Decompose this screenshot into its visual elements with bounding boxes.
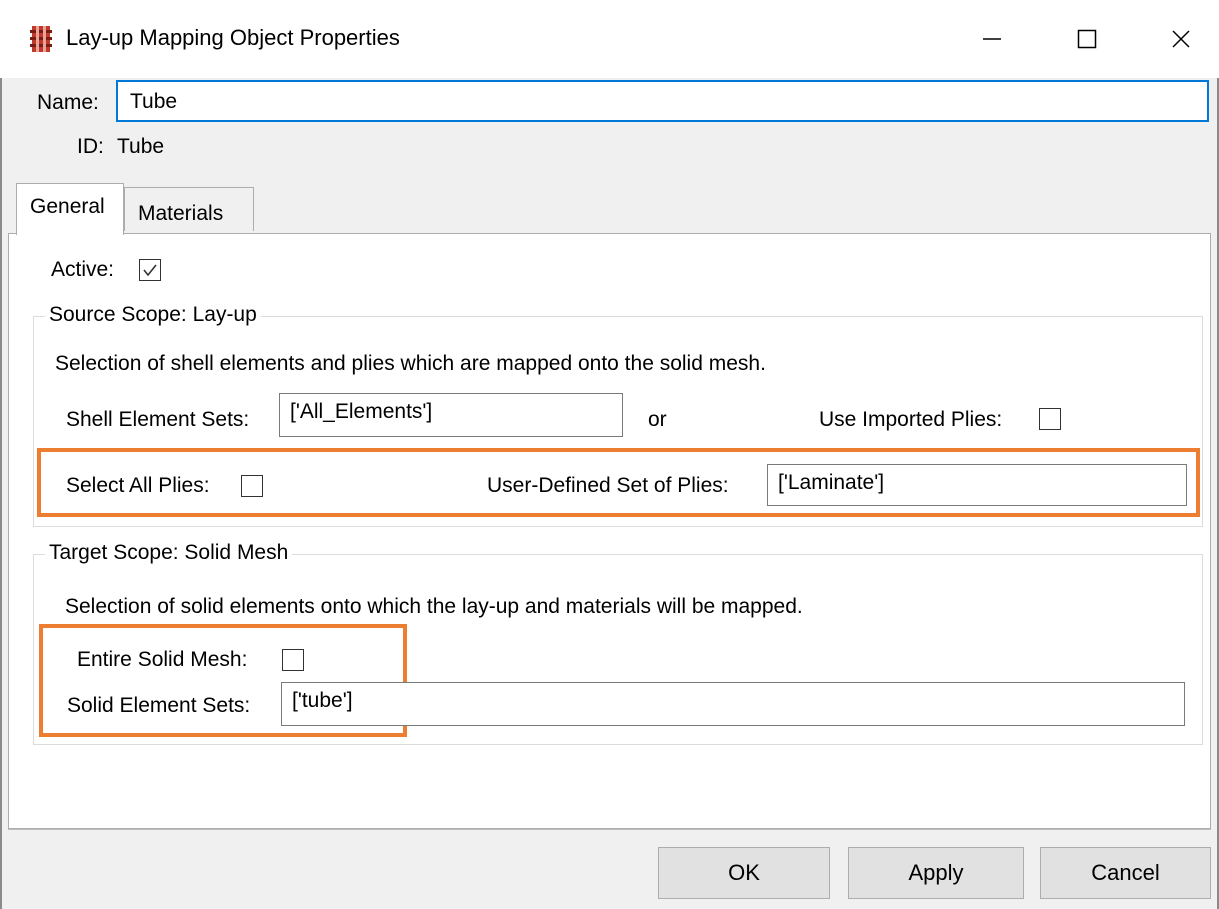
title-bar: Lay-up Mapping Object Properties: [0, 0, 1219, 78]
user-defined-plies-label: User-Defined Set of Plies:: [487, 474, 729, 497]
shell-element-sets-label: Shell Element Sets:: [66, 408, 250, 431]
or-text: or: [648, 408, 667, 431]
window-border-left: [0, 78, 2, 909]
close-button[interactable]: [1151, 0, 1211, 78]
minimize-icon: [983, 38, 1001, 40]
lay-up-mapping-icon: [26, 24, 56, 54]
cancel-button[interactable]: Cancel: [1040, 847, 1211, 899]
maximize-button[interactable]: [1057, 0, 1117, 78]
id-label: ID:: [77, 135, 104, 158]
source-scope-legend: Source Scope: Lay-up: [45, 303, 261, 327]
select-all-plies-label: Select All Plies:: [66, 474, 210, 497]
checkmark-icon: [143, 264, 157, 277]
name-input[interactable]: Tube: [116, 80, 1209, 122]
use-imported-plies-checkbox[interactable]: [1039, 408, 1061, 430]
apply-button[interactable]: Apply: [848, 847, 1024, 899]
active-label: Active:: [51, 258, 115, 281]
shell-element-sets-value: ['All_Elements']: [290, 400, 433, 423]
solid-element-sets-label: Solid Element Sets:: [67, 694, 251, 717]
tab-materials[interactable]: Materials: [124, 187, 254, 231]
window-title: Lay-up Mapping Object Properties: [66, 25, 400, 50]
user-defined-plies-input[interactable]: ['Laminate']: [767, 464, 1187, 506]
entire-solid-mesh-checkbox[interactable]: [282, 649, 304, 671]
tab-general[interactable]: General: [16, 183, 124, 235]
user-defined-plies-value: ['Laminate']: [778, 471, 885, 494]
solid-element-sets-input[interactable]: ['tube']: [281, 682, 1185, 726]
minimize-button[interactable]: [962, 0, 1022, 78]
name-value: Tube: [130, 90, 178, 113]
use-imported-plies-label: Use Imported Plies:: [819, 408, 1003, 431]
maximize-icon: [1077, 29, 1097, 49]
target-scope-legend: Target Scope: Solid Mesh: [45, 541, 293, 565]
target-scope-description: Selection of solid elements onto which t…: [65, 595, 803, 618]
ok-button[interactable]: OK: [658, 847, 830, 899]
general-tab-panel: Active: Source Scope: Lay-up Selection o…: [8, 233, 1211, 829]
shell-element-sets-input[interactable]: ['All_Elements']: [279, 393, 623, 437]
id-value: Tube: [117, 135, 165, 158]
solid-element-sets-value: ['tube']: [292, 689, 353, 712]
close-icon: [1172, 30, 1190, 48]
active-checkbox[interactable]: [139, 259, 161, 281]
name-label: Name:: [37, 91, 99, 114]
source-scope-description: Selection of shell elements and plies wh…: [55, 352, 766, 375]
entire-solid-mesh-label: Entire Solid Mesh:: [77, 648, 248, 671]
select-all-plies-checkbox[interactable]: [241, 475, 263, 497]
button-bar-separator: [8, 829, 1211, 830]
